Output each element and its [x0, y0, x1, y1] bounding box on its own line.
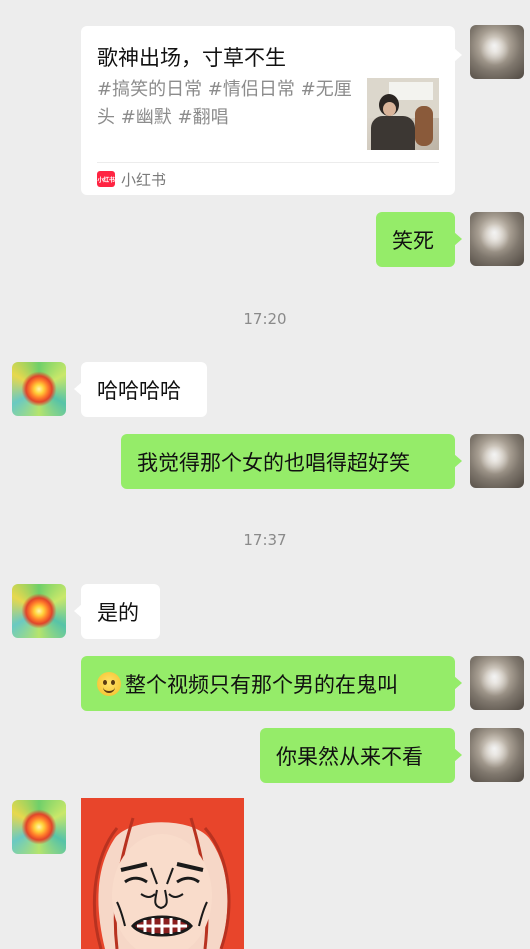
my-avatar[interactable]: [470, 25, 524, 79]
timestamp: 17:37: [243, 531, 287, 549]
card-source-label: 小红书: [121, 170, 167, 189]
message-text: 笑死: [392, 228, 434, 253]
card-divider: [97, 162, 439, 163]
my-avatar[interactable]: [470, 434, 524, 488]
message-bubble-sent[interactable]: 你果然从来不看: [260, 728, 462, 783]
message-text: 整个视频只有那个男的在鬼叫: [125, 672, 398, 697]
message-text: 哈哈哈哈: [97, 378, 181, 403]
message-bubble-sent[interactable]: 整个视频只有那个男的在鬼叫: [81, 656, 462, 711]
xiaohongshu-logo-icon: 小红书: [97, 171, 115, 187]
slightly-smiling-face-icon: [97, 671, 121, 696]
meme-sticker-image[interactable]: [81, 798, 244, 949]
timestamp: 17:20: [243, 310, 287, 328]
contact-avatar[interactable]: [12, 362, 66, 416]
my-avatar[interactable]: [470, 212, 524, 266]
message-text: 是的: [97, 600, 139, 625]
card-source: 小红书 小红书: [97, 168, 166, 190]
my-avatar[interactable]: [470, 728, 524, 782]
message-text: 我觉得那个女的也唱得超好笑: [137, 450, 410, 475]
message-bubble-sent[interactable]: 我觉得那个女的也唱得超好笑: [121, 434, 462, 489]
message-text: 你果然从来不看: [276, 744, 423, 769]
my-avatar[interactable]: [470, 656, 524, 710]
message-bubble-sent[interactable]: 笑死: [376, 212, 462, 267]
card-description: #搞笑的日常 #情侣日常 #无厘头 #幽默 #翻唱: [97, 79, 352, 128]
grimacing-face-sticker-icon: [81, 798, 244, 949]
shared-link-card[interactable]: 歌神出场，寸草不生 #搞笑的日常 #情侣日常 #无厘头 #幽默 #翻唱 小红书 …: [81, 26, 462, 195]
card-title: 歌神出场，寸草不生: [97, 46, 286, 70]
message-bubble-received[interactable]: 哈哈哈哈: [74, 362, 207, 417]
contact-avatar[interactable]: [12, 584, 66, 638]
contact-avatar[interactable]: [12, 800, 66, 854]
message-bubble-received[interactable]: 是的: [74, 584, 160, 639]
card-thumbnail: [367, 78, 439, 150]
